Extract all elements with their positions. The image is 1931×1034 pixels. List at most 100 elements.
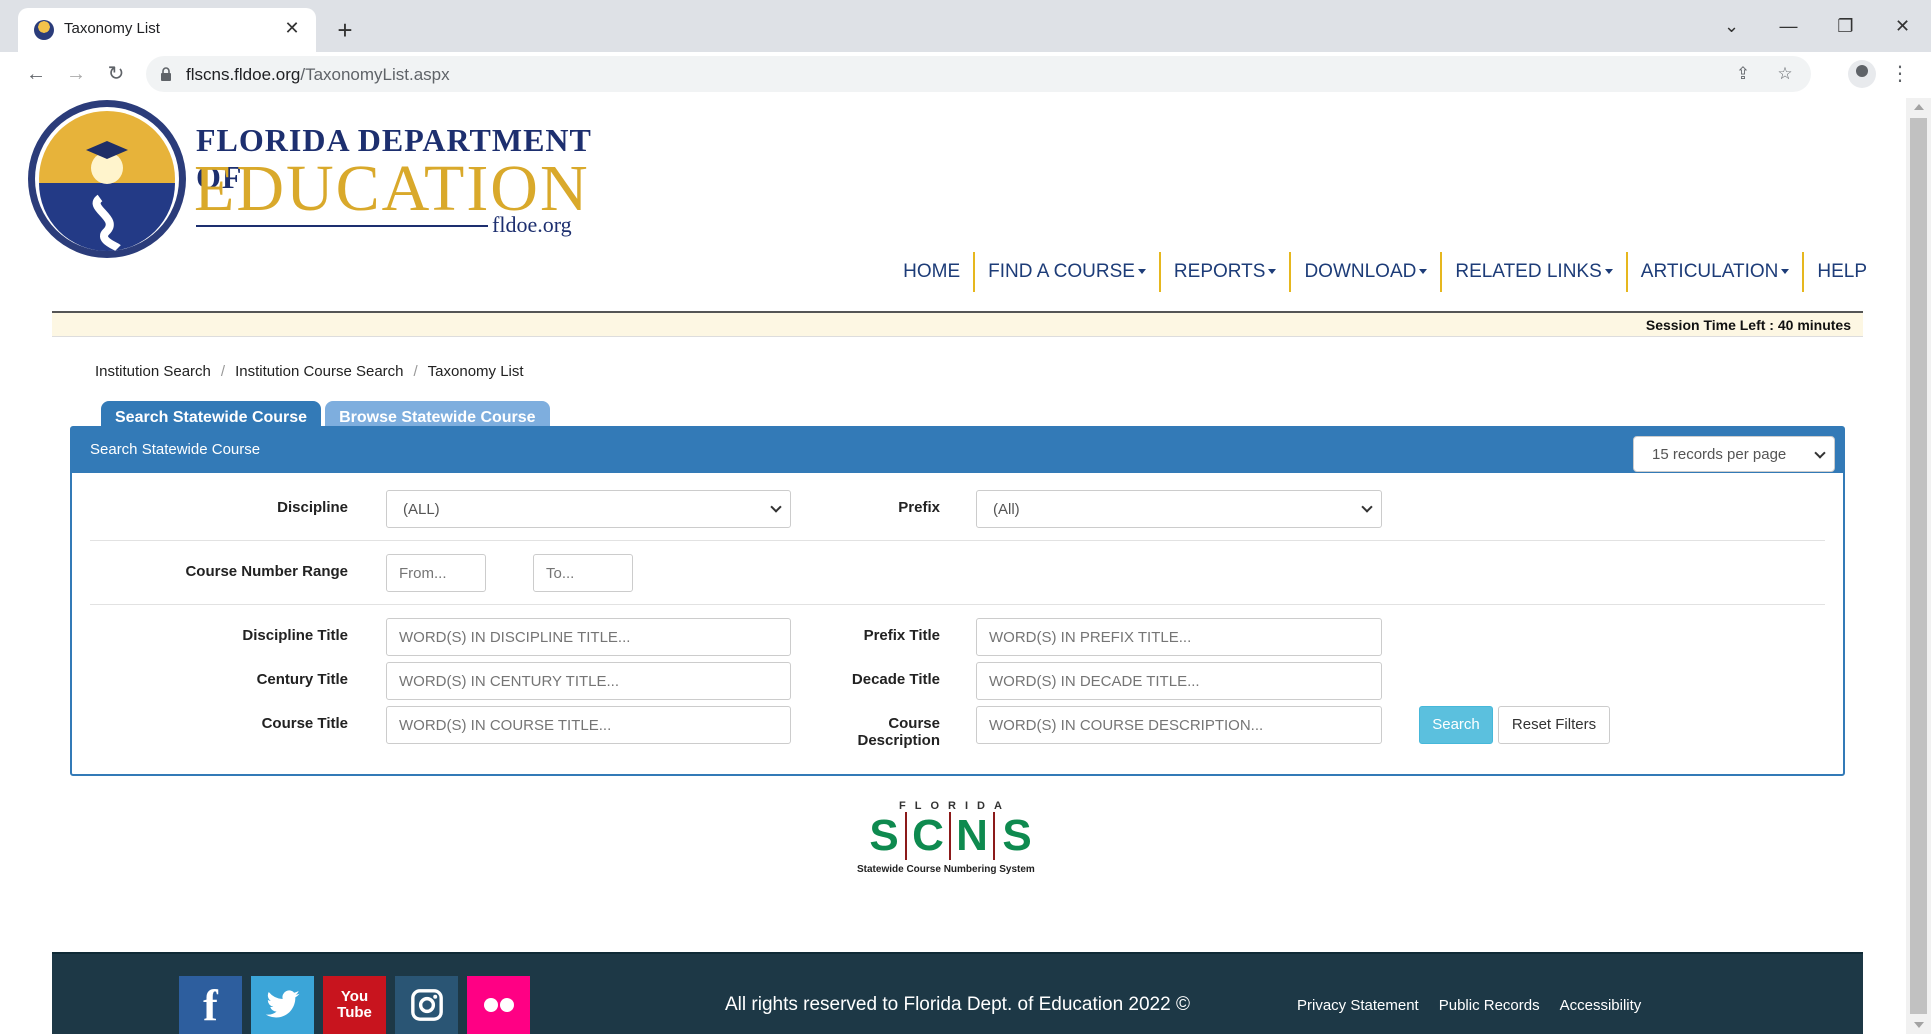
new-tab-button[interactable]: + [330,16,360,46]
discipline-select[interactable]: (ALL) [386,490,791,528]
course-number-to-input[interactable] [533,554,633,592]
scns-logo-subtitle: Statewide Course Numbering System [857,864,1035,875]
chevron-down-icon [1814,447,1826,459]
url-host: flscns.fldoe.org [186,65,301,84]
search-button[interactable]: Search [1419,706,1493,744]
youtube-icon[interactable]: You Tube [323,976,386,1034]
course-number-range-label: Course Number Range [185,563,348,580]
fldoe-logo[interactable]: FLORIDA DEPARTMENT OF EDUCATION fldoe.or… [26,98,596,260]
discipline-title-input[interactable] [386,618,791,656]
nav-item-articulation[interactable]: ARTICULATION [1625,252,1803,292]
decade-title-input[interactable] [976,662,1382,700]
privacy-statement-link[interactable]: Privacy Statement [1297,997,1419,1014]
divider [90,540,1825,541]
restore-button[interactable]: ❐ [1817,8,1874,44]
address-bar-actions: ⇪ ☆ [1731,62,1797,86]
breadcrumb-separator: / [413,363,418,380]
caret-down-icon [1137,269,1146,275]
course-number-from-input[interactable] [386,554,486,592]
browser-tab[interactable]: Taxonomy List ✕ [18,8,316,52]
nav-item-find-a-course[interactable]: FIND A COURSE [973,252,1159,292]
breadcrumb-institution-course-search[interactable]: Institution Course Search [235,363,403,380]
browser-menu-icon[interactable]: ⋮ [1890,60,1910,88]
scns-letter: N [951,812,995,860]
scroll-up-icon[interactable] [1914,104,1924,110]
caret-down-icon [1604,269,1613,275]
course-description-label: Course Description [800,715,940,749]
footer-top-bar [52,952,1863,954]
caret-down-icon [1268,269,1277,275]
flickr-icon[interactable] [467,976,530,1034]
breadcrumb-institution-search[interactable]: Institution Search [95,363,211,380]
footer-links: Privacy Statement Public Records Accessi… [1297,997,1641,1014]
profile-avatar-icon[interactable] [1848,60,1876,88]
reset-filters-button[interactable]: Reset Filters [1498,706,1610,744]
copyright-text: All rights reserved to Florida Dept. of … [725,994,1190,1015]
nav-item-label: HOME [903,261,961,282]
close-window-button[interactable]: ✕ [1874,8,1931,44]
nav-item-label: RELATED LINKS [1455,261,1602,282]
nav-item-label: ARTICULATION [1640,261,1779,282]
divider [90,604,1825,605]
panel-title: Search Statewide Course [90,441,261,458]
prefix-select[interactable]: (All) [976,490,1382,528]
public-records-link[interactable]: Public Records [1439,997,1540,1014]
panel-header: Search Statewide Course 15 records per p… [72,428,1843,473]
course-description-label-line-1: Course [888,715,940,732]
address-bar[interactable]: flscns.fldoe.org/TaxonomyList.aspx ⇪ ☆ [146,56,1811,92]
breadcrumb-separator: / [220,363,226,380]
youtube-icon-label-1: You [340,988,369,1005]
breadcrumb: Institution Search / Institution Course … [95,363,524,380]
prefix-title-input[interactable] [976,618,1382,656]
nav-item-label: HELP [1817,261,1867,282]
facebook-icon[interactable]: f [179,976,242,1034]
favicon-icon [34,20,54,40]
chevron-down-icon [1361,501,1373,513]
caret-down-icon [1419,269,1428,275]
nav-item-related-links[interactable]: RELATED LINKS [1440,252,1625,292]
reload-icon[interactable]: ↻ [102,60,130,88]
youtube-icon-label-2: Tube [337,1004,372,1021]
tab-search-icon[interactable]: ⌄ [1703,8,1760,44]
nav-item-label: FIND A COURSE [988,261,1135,282]
share-icon[interactable]: ⇪ [1731,62,1755,86]
tab-title: Taxonomy List [64,20,160,37]
twitter-icon[interactable] [251,976,314,1034]
youtube-icon-label: You Tube [337,989,372,1021]
decade-title-label: Decade Title [851,671,940,688]
scns-letter: S [1002,811,1032,860]
logo-line-3: fldoe.org [492,212,572,237]
forward-icon[interactable]: → [62,60,90,88]
window-controls: ⌄ — ❐ ✕ [1703,8,1931,52]
course-title-input[interactable] [386,706,791,744]
url-text: flscns.fldoe.org/TaxonomyList.aspx [186,65,450,85]
nav-item-download[interactable]: DOWNLOAD [1289,252,1440,292]
discipline-select-value: (ALL) [403,501,440,518]
accessibility-link[interactable]: Accessibility [1560,997,1642,1014]
tab-strip: Taxonomy List ✕ + ⌄ — ❐ ✕ [0,8,1931,52]
bookmark-star-icon[interactable]: ☆ [1773,62,1797,86]
instagram-icon[interactable] [395,976,458,1034]
vertical-scrollbar[interactable] [1906,98,1931,1034]
caret-down-icon [1781,269,1790,275]
nav-item-reports[interactable]: REPORTS [1158,252,1290,292]
course-description-input[interactable] [976,706,1382,744]
course-description-label-line-2: Description [857,732,940,749]
scroll-thumb[interactable] [1910,118,1927,1014]
social-links: f You Tube [179,976,530,1034]
nav-item-home[interactable]: HOME [890,252,973,292]
nav-item-help[interactable]: HELP [1802,252,1880,292]
records-per-page-select[interactable]: 15 records per page [1633,436,1835,472]
url-path: /TaxonomyList.aspx [300,65,450,84]
prefix-label: Prefix [898,499,940,516]
page-content: FLORIDA DEPARTMENT OF EDUCATION fldoe.or… [0,98,1906,1034]
close-tab-icon[interactable]: ✕ [280,16,304,40]
scroll-down-icon[interactable] [1914,1022,1924,1028]
discipline-label: Discipline [277,499,348,516]
lock-icon [161,67,171,81]
breadcrumb-taxonomy-list: Taxonomy List [427,363,524,380]
back-icon[interactable]: ← [22,60,50,88]
scns-letter: C [907,812,951,860]
minimize-button[interactable]: — [1760,8,1817,44]
century-title-input[interactable] [386,662,791,700]
